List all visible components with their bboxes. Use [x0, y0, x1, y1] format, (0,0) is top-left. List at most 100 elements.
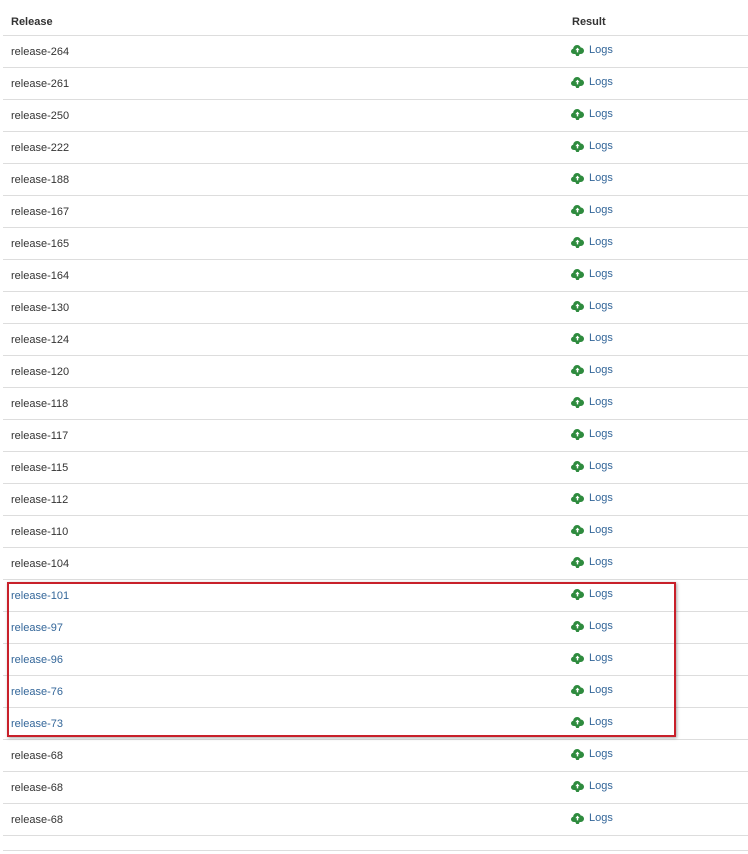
logs-link[interactable]: Logs [589, 76, 613, 88]
release-name: release-118 [11, 398, 69, 410]
logs-link[interactable]: Logs [589, 332, 613, 344]
table-row: release-76 Logs [3, 676, 748, 708]
table-row: release-97 Logs [3, 612, 748, 644]
release-name: release-112 [11, 494, 69, 506]
table-row: release-68 Logs [3, 740, 748, 772]
result-cell: Logs [571, 396, 613, 408]
cloud-upload-icon [571, 140, 584, 152]
table-row: release-264 Logs [3, 36, 748, 68]
logs-link[interactable]: Logs [589, 620, 613, 632]
result-cell: Logs [571, 108, 613, 120]
result-cell: Logs [571, 748, 613, 760]
table-row: release-222 Logs [3, 132, 748, 164]
table-row: release-124 Logs [3, 324, 748, 356]
release-name: release-68 [11, 782, 63, 794]
column-header-release: Release [11, 16, 53, 28]
table-bottom-divider [3, 850, 748, 851]
table-row: release-104 Logs [3, 548, 748, 580]
table-row: release-167 Logs [3, 196, 748, 228]
cloud-upload-icon [571, 556, 584, 568]
table-row: release-164 Logs [3, 260, 748, 292]
logs-link[interactable]: Logs [589, 396, 613, 408]
result-cell: Logs [571, 812, 613, 824]
table-row: release-117 Logs [3, 420, 748, 452]
release-link[interactable]: release-97 [11, 622, 63, 634]
result-cell: Logs [571, 524, 613, 536]
release-name: release-222 [11, 142, 70, 154]
cloud-upload-icon [571, 300, 584, 312]
release-name: release-165 [11, 238, 70, 250]
result-cell: Logs [571, 620, 613, 632]
release-name: release-115 [11, 462, 69, 474]
release-link[interactable]: release-96 [11, 654, 63, 666]
release-name: release-130 [11, 302, 70, 314]
result-cell: Logs [571, 460, 613, 472]
logs-link[interactable]: Logs [589, 236, 613, 248]
release-name: release-261 [11, 78, 70, 90]
result-cell: Logs [571, 556, 613, 568]
result-cell: Logs [571, 204, 613, 216]
logs-link[interactable]: Logs [589, 588, 613, 600]
cloud-upload-icon [571, 268, 584, 280]
cloud-upload-icon [571, 620, 584, 632]
logs-link[interactable]: Logs [589, 524, 613, 536]
table-body: release-264 Logs release-261 Logs release-25… [3, 36, 748, 836]
cloud-upload-icon [571, 716, 584, 728]
result-cell: Logs [571, 652, 613, 664]
cloud-upload-icon [571, 172, 584, 184]
result-cell: Logs [571, 236, 613, 248]
logs-link[interactable]: Logs [589, 300, 613, 312]
cloud-upload-icon [571, 652, 584, 664]
logs-link[interactable]: Logs [589, 364, 613, 376]
release-name: release-164 [11, 270, 70, 282]
logs-link[interactable]: Logs [589, 172, 613, 184]
release-name: release-124 [11, 334, 70, 346]
table-row: release-101 Logs [3, 580, 748, 612]
result-cell: Logs [571, 300, 613, 312]
release-name: release-104 [11, 558, 70, 570]
logs-link[interactable]: Logs [589, 140, 613, 152]
result-cell: Logs [571, 172, 613, 184]
cloud-upload-icon [571, 108, 584, 120]
logs-link[interactable]: Logs [589, 780, 613, 792]
logs-link[interactable]: Logs [589, 204, 613, 216]
result-cell: Logs [571, 364, 613, 376]
table-row: release-110 Logs [3, 516, 748, 548]
table-row: release-250 Logs [3, 100, 748, 132]
release-name: release-117 [11, 430, 69, 442]
result-cell: Logs [571, 332, 613, 344]
table-row: release-112 Logs [3, 484, 748, 516]
table-row: release-188 Logs [3, 164, 748, 196]
logs-link[interactable]: Logs [589, 684, 613, 696]
logs-link[interactable]: Logs [589, 428, 613, 440]
release-link[interactable]: release-101 [11, 590, 69, 602]
logs-link[interactable]: Logs [589, 812, 613, 824]
logs-link[interactable]: Logs [589, 492, 613, 504]
table-row: release-120 Logs [3, 356, 748, 388]
release-name: release-68 [11, 814, 63, 826]
release-link[interactable]: release-73 [11, 718, 63, 730]
table-row: release-68 Logs [3, 772, 748, 804]
table-row: release-73 Logs [3, 708, 748, 740]
cloud-upload-icon [571, 76, 584, 88]
result-cell: Logs [571, 684, 613, 696]
logs-link[interactable]: Logs [589, 44, 613, 56]
result-cell: Logs [571, 588, 613, 600]
result-cell: Logs [571, 716, 613, 728]
cloud-upload-icon [571, 332, 584, 344]
cloud-upload-icon [571, 204, 584, 216]
logs-link[interactable]: Logs [589, 460, 613, 472]
table-row: release-118 Logs [3, 388, 748, 420]
cloud-upload-icon [571, 524, 584, 536]
logs-link[interactable]: Logs [589, 108, 613, 120]
cloud-upload-icon [571, 748, 584, 760]
release-link[interactable]: release-76 [11, 686, 63, 698]
logs-link[interactable]: Logs [589, 268, 613, 280]
result-cell: Logs [571, 76, 613, 88]
logs-link[interactable]: Logs [589, 716, 613, 728]
logs-link[interactable]: Logs [589, 556, 613, 568]
result-cell: Logs [571, 268, 613, 280]
logs-link[interactable]: Logs [589, 748, 613, 760]
column-header-result: Result [572, 16, 606, 28]
logs-link[interactable]: Logs [589, 652, 613, 664]
